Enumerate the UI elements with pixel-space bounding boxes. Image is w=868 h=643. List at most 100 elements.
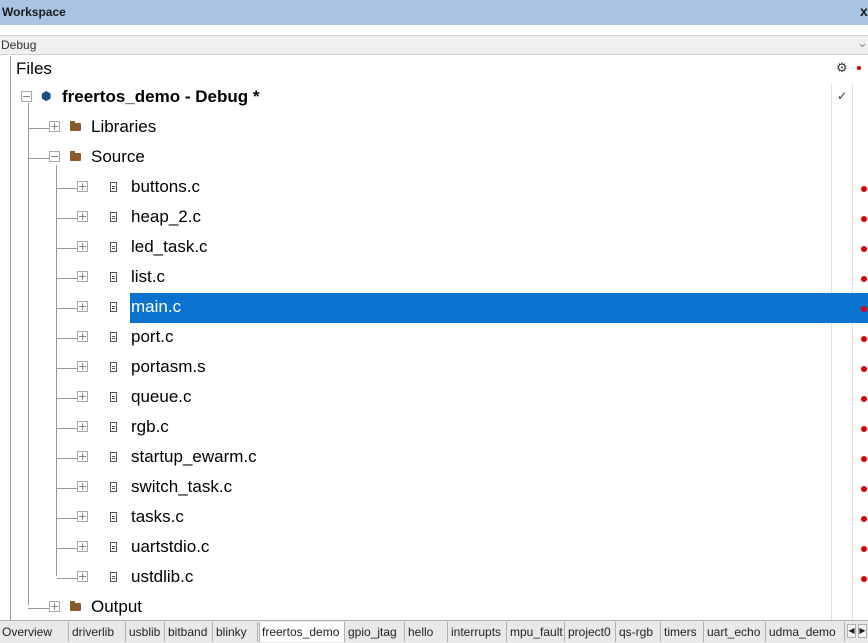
scroll-right-icon[interactable]: ▶ bbox=[858, 624, 867, 638]
expand-toggle[interactable]: + bbox=[77, 571, 88, 582]
tab-blinky[interactable]: blinky bbox=[214, 622, 258, 642]
file-icon bbox=[110, 572, 117, 582]
tree-item-file[interactable]: + portasm.s bbox=[11, 353, 868, 383]
tree-connector bbox=[57, 368, 77, 369]
folder-icon bbox=[70, 601, 81, 611]
project-label: freertos_demo - Debug * bbox=[62, 87, 259, 107]
tree-item-file[interactable]: + led_task.c bbox=[11, 233, 868, 263]
folder-icon bbox=[70, 151, 81, 161]
status-dot-icon bbox=[861, 426, 867, 432]
expand-toggle[interactable]: + bbox=[77, 421, 88, 432]
status-dot-icon bbox=[861, 216, 867, 222]
tab-uart_echo[interactable]: uart_echo bbox=[705, 622, 766, 642]
file-label: tasks.c bbox=[131, 507, 184, 526]
selection-highlight bbox=[130, 293, 842, 323]
expand-toggle[interactable]: + bbox=[77, 241, 88, 252]
tree-item-project[interactable]: − ⬢ freertos_demo - Debug * ✓ bbox=[11, 83, 868, 113]
expand-toggle[interactable]: + bbox=[77, 451, 88, 462]
tab-gpio_jtag[interactable]: gpio_jtag bbox=[346, 622, 405, 642]
file-icon bbox=[110, 392, 117, 402]
expand-toggle[interactable]: + bbox=[49, 601, 60, 612]
tree-connector bbox=[57, 248, 77, 249]
tree-item-source[interactable]: − Source bbox=[11, 143, 868, 173]
status-dot-icon bbox=[857, 66, 861, 70]
tab-project0[interactable]: project0 bbox=[566, 622, 616, 642]
file-icon bbox=[110, 332, 117, 342]
expand-toggle[interactable]: + bbox=[77, 181, 88, 192]
tab-hello[interactable]: hello bbox=[406, 622, 448, 642]
tab-freertos_demo[interactable]: freertos_demo bbox=[259, 622, 345, 642]
collapse-toggle[interactable]: − bbox=[49, 151, 60, 162]
tree-connector bbox=[28, 608, 49, 609]
expand-toggle[interactable]: + bbox=[77, 271, 88, 282]
tree-item-file[interactable]: + rgb.c bbox=[11, 413, 868, 443]
status-dot-icon bbox=[861, 336, 867, 342]
tree-item-file[interactable]: + port.c bbox=[11, 323, 868, 353]
tab-udma_demo[interactable]: udma_demo bbox=[767, 622, 845, 642]
expand-toggle[interactable]: + bbox=[49, 121, 60, 132]
tree-item-file[interactable]: + heap_2.c bbox=[11, 203, 868, 233]
tree-item-file[interactable]: + uartstdio.c bbox=[11, 533, 868, 563]
tree-connector bbox=[57, 518, 77, 519]
tree-item-file[interactable]: + buttons.c bbox=[11, 173, 868, 203]
close-icon[interactable]: x bbox=[860, 3, 868, 19]
expand-toggle[interactable]: + bbox=[77, 541, 88, 552]
expand-toggle[interactable]: + bbox=[77, 331, 88, 342]
tree-item-file[interactable]: + list.c bbox=[11, 263, 868, 293]
file-label: main.c bbox=[131, 297, 182, 316]
tree-item-file[interactable]: + ustdlib.c bbox=[11, 563, 868, 593]
files-column-header: Files bbox=[16, 59, 52, 78]
status-dot-icon bbox=[861, 366, 867, 372]
expand-toggle[interactable]: + bbox=[77, 481, 88, 492]
status-dot-icon bbox=[861, 246, 867, 252]
chevron-down-icon[interactable]: ⌄ bbox=[857, 35, 868, 51]
file-label: rgb.c bbox=[131, 417, 169, 436]
configuration-dropdown[interactable]: Debug ⌄ bbox=[0, 35, 868, 55]
tree-item-file[interactable]: + queue.c bbox=[11, 383, 868, 413]
status-dot-icon bbox=[861, 186, 867, 192]
expand-toggle[interactable]: + bbox=[77, 511, 88, 522]
tree-item-file[interactable]: + tasks.c bbox=[11, 503, 868, 533]
status-dot-icon bbox=[861, 516, 867, 522]
expand-toggle[interactable]: + bbox=[77, 301, 88, 312]
tree-connector bbox=[57, 428, 77, 429]
check-icon[interactable]: ✓ bbox=[837, 89, 847, 103]
file-icon bbox=[110, 242, 117, 252]
file-icon bbox=[110, 362, 117, 372]
scroll-left-icon[interactable]: ◀ bbox=[847, 624, 856, 638]
expand-toggle[interactable]: + bbox=[77, 211, 88, 222]
folder-label: Output bbox=[91, 597, 143, 616]
tree-item-file[interactable]: + switch_task.c bbox=[11, 473, 868, 503]
tab-driverlib[interactable]: driverlib bbox=[70, 622, 126, 642]
file-icon bbox=[110, 272, 117, 282]
tree-item-file[interactable]: + startup_ewarm.c bbox=[11, 443, 868, 473]
file-label: ustdlib.c bbox=[131, 567, 194, 586]
collapse-toggle[interactable]: − bbox=[21, 91, 32, 102]
file-icon bbox=[110, 302, 117, 312]
tree-connector bbox=[57, 278, 77, 279]
tab-timers[interactable]: timers bbox=[662, 622, 704, 642]
tab-bitband[interactable]: bitband bbox=[166, 622, 213, 642]
tree-connector bbox=[28, 158, 49, 159]
tree-item-output[interactable]: + Output bbox=[11, 593, 868, 623]
expand-toggle[interactable]: + bbox=[77, 391, 88, 402]
expand-toggle[interactable]: + bbox=[77, 361, 88, 372]
tree-connector bbox=[57, 338, 77, 339]
tab-usblib[interactable]: usblib bbox=[127, 622, 165, 642]
tab-interrupts[interactable]: interrupts bbox=[449, 622, 507, 642]
tab-qs-rgb[interactable]: qs-rgb bbox=[617, 622, 661, 642]
status-dot-icon bbox=[861, 276, 867, 282]
tree-item-file[interactable]: + main.c bbox=[11, 293, 868, 323]
tab-mpu_fault[interactable]: mpu_fault bbox=[508, 622, 565, 642]
file-icon bbox=[110, 482, 117, 492]
tree-connector bbox=[57, 398, 77, 399]
file-icon bbox=[110, 542, 117, 552]
tab-overview[interactable]: Overview bbox=[0, 622, 69, 642]
window-title: Workspace bbox=[2, 5, 66, 19]
file-label: list.c bbox=[131, 267, 165, 286]
status-dot-icon bbox=[861, 576, 867, 582]
status-dot-icon bbox=[861, 396, 867, 402]
tree-item-libraries[interactable]: + Libraries bbox=[11, 113, 868, 143]
gear-icon[interactable]: ⚙ bbox=[836, 60, 848, 76]
project-tab-bar: Overview driverlib usblib bitband blinky free… bbox=[0, 620, 868, 643]
